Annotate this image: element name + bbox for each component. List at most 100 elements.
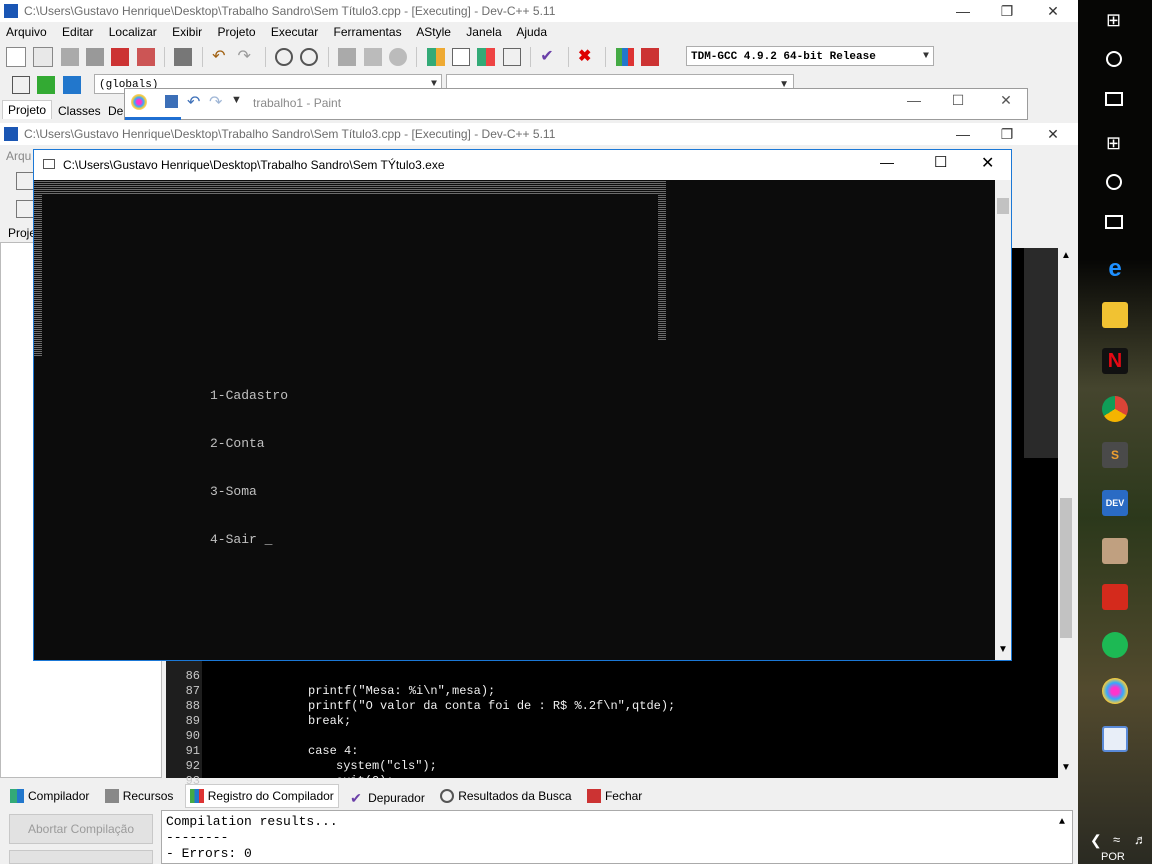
tab-projeto-partial[interactable]: Proje	[8, 226, 36, 240]
maximize-button[interactable]: ☐	[935, 89, 981, 111]
scrollbar-thumb[interactable]	[1060, 498, 1072, 638]
minimize-button[interactable]: —	[880, 154, 894, 170]
undo-icon[interactable]: ↶	[212, 48, 230, 66]
new-file-icon[interactable]	[6, 47, 26, 67]
chevron-left-icon[interactable]: ❮	[1090, 832, 1102, 849]
chrome-icon[interactable]	[1102, 396, 1128, 422]
replace-icon[interactable]	[300, 48, 319, 66]
maximize-button[interactable]: ❐	[984, 0, 1030, 22]
close-all-icon[interactable]	[136, 48, 155, 66]
minimize-button[interactable]: —	[940, 123, 986, 145]
unindent-icon[interactable]	[363, 48, 382, 66]
goto-icon[interactable]	[37, 76, 56, 94]
menu-localizar[interactable]: Localizar	[109, 25, 157, 39]
toggle-comment-icon[interactable]	[388, 48, 407, 66]
menu-ajuda[interactable]: Ajuda	[516, 25, 547, 39]
chevron-up-icon[interactable]: ▲	[1061, 250, 1071, 261]
editor-vertical-scrollbar[interactable]: ▲ ▼	[1058, 248, 1074, 778]
menu-ferramentas[interactable]: Ferramentas	[334, 25, 402, 39]
menu-janela[interactable]: Janela	[466, 25, 501, 39]
compile-run-icon[interactable]	[477, 48, 496, 66]
maximize-button[interactable]: ❐	[984, 123, 1030, 145]
save-all-icon[interactable]	[86, 48, 105, 66]
compiler-select[interactable]: TDM-GCC 4.9.2 64-bit Release ▼	[686, 46, 934, 66]
new-file-icon[interactable]	[16, 172, 34, 190]
undo-icon[interactable]: ↶	[187, 92, 200, 112]
cortana-circle-icon[interactable]	[1106, 51, 1122, 67]
tab-resultados-da-busca[interactable]: Resultados da Busca	[436, 785, 575, 807]
redo-icon[interactable]: ↷	[209, 92, 222, 112]
chevron-down-icon[interactable]: ▼	[998, 644, 1008, 655]
close-button[interactable]: ✕	[983, 89, 1029, 111]
indent-icon[interactable]	[338, 48, 357, 66]
windows-icon[interactable]: ⊞	[1106, 133, 1121, 154]
devcpp-front-titlebar: C:\Users\Gustavo Henrique\Desktop\Trabal…	[0, 123, 1078, 145]
sublime-icon[interactable]: S	[1102, 442, 1128, 468]
text-cursor: _	[264, 532, 273, 547]
menu-astyle[interactable]: AStyle	[416, 25, 451, 39]
menu-arquivo-partial[interactable]: Arqu	[6, 149, 31, 163]
volume-icon[interactable]: ♬	[1134, 832, 1147, 847]
devcpp-icon[interactable]: DEV	[1102, 490, 1128, 516]
tab-compilador[interactable]: Compilador	[6, 785, 93, 807]
minimize-button[interactable]: —	[891, 89, 937, 111]
task-view-icon[interactable]	[1105, 215, 1123, 229]
cortana-circle-icon[interactable]	[1106, 174, 1122, 190]
close-file-icon[interactable]	[111, 48, 130, 66]
save-icon[interactable]	[60, 48, 79, 66]
tab-registro-do-compilador[interactable]: Registro do Compilador	[184, 784, 339, 808]
maximize-button[interactable]: ☐	[934, 153, 947, 171]
acrobat-icon[interactable]	[1102, 584, 1128, 610]
redo-icon[interactable]: ↷	[237, 48, 255, 66]
profile-icon[interactable]	[640, 48, 659, 66]
rebuild-icon[interactable]	[502, 48, 521, 66]
console-scrollbar[interactable]: ▼	[995, 180, 1011, 660]
tab-debug[interactable]: De	[108, 104, 123, 118]
close-button[interactable]: ✕	[1030, 123, 1076, 145]
quick-access-dropdown-icon[interactable]: ▼	[231, 94, 242, 106]
print-icon[interactable]	[174, 48, 193, 66]
game-icon[interactable]	[1102, 538, 1128, 564]
windows-icon[interactable]: ⊞	[1106, 10, 1121, 31]
minimize-button[interactable]: —	[940, 0, 986, 22]
netflix-icon[interactable]: N	[1102, 348, 1128, 374]
compile-log[interactable]: Compilation results... -------- - Errors…	[161, 810, 1073, 864]
abort-compilation-button[interactable]: Abortar Compilação	[9, 814, 153, 844]
menu-projeto[interactable]: Projeto	[217, 25, 255, 39]
task-view-icon[interactable]	[1105, 92, 1123, 106]
find-icon[interactable]	[275, 48, 294, 66]
tab-recursos[interactable]: Recursos	[101, 785, 178, 807]
paint-icon[interactable]	[1102, 678, 1128, 704]
run-icon[interactable]	[451, 48, 470, 66]
scrollbar-thumb[interactable]	[997, 198, 1009, 214]
menu-exibir[interactable]: Exibir	[172, 25, 202, 39]
tab-projeto[interactable]: Projeto	[2, 100, 53, 119]
compile-icon[interactable]	[426, 48, 445, 66]
tab-fechar[interactable]: Fechar	[583, 785, 646, 807]
menu-arquivo[interactable]: Arquivo	[6, 25, 47, 39]
file-explorer-icon[interactable]	[1102, 302, 1128, 328]
insert-icon[interactable]	[12, 76, 30, 94]
menu-executar[interactable]: Executar	[271, 25, 318, 39]
console-output[interactable]: 1-Cadastro 2-Conta 3-Soma 4-Sair _	[34, 180, 995, 660]
language-indicator[interactable]: POR	[1101, 851, 1125, 863]
notes-icon[interactable]	[1102, 726, 1128, 752]
save-icon[interactable]	[165, 95, 178, 108]
spotify-icon[interactable]	[1102, 632, 1128, 658]
chevron-down-icon[interactable]: ▼	[1061, 762, 1071, 773]
open-icon[interactable]	[33, 47, 54, 67]
close-button[interactable]: ✕	[1030, 0, 1076, 22]
menu-editar[interactable]: Editar	[62, 25, 93, 39]
insert-icon[interactable]	[16, 200, 34, 218]
tab-classes[interactable]: Classes	[58, 104, 101, 118]
edge-icon[interactable]: e	[1102, 256, 1128, 282]
chevron-up-icon[interactable]: ▲	[1059, 815, 1065, 831]
tab-depurador[interactable]: ✔ Depurador	[346, 787, 429, 809]
stop-execution-icon[interactable]: ✖	[578, 48, 596, 66]
check-syntax-icon[interactable]: ✔	[540, 48, 558, 66]
wifi-icon[interactable]: ≈	[1113, 832, 1120, 847]
bookmark-icon[interactable]	[62, 76, 81, 94]
chart-icon[interactable]	[615, 48, 634, 66]
close-button[interactable]: ✕	[981, 153, 994, 173]
secondary-button[interactable]	[9, 850, 153, 864]
